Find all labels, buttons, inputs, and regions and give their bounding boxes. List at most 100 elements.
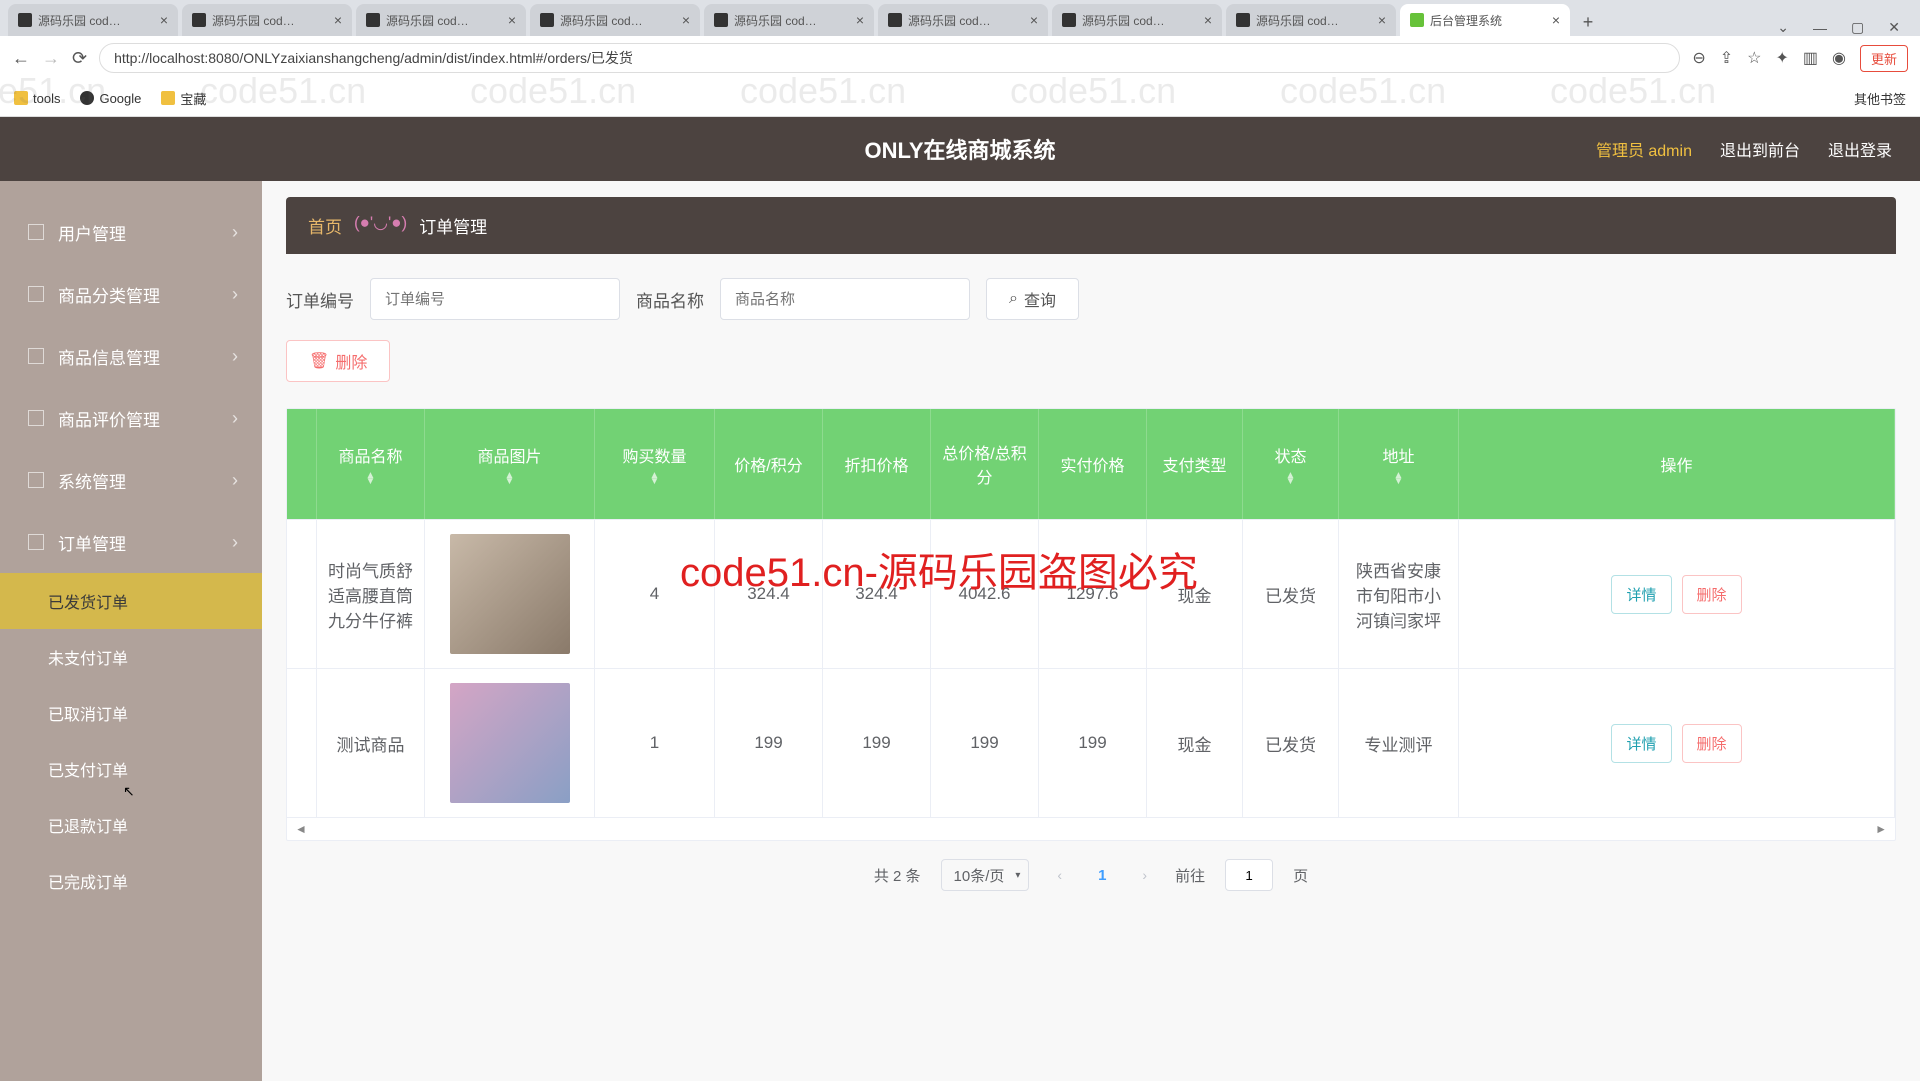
close-icon[interactable]: × <box>1204 12 1212 28</box>
reload-icon[interactable]: ⟳ <box>72 48 87 69</box>
filter-row: 订单编号 商品名称 ⌕查询 <box>286 278 1896 320</box>
browser-tab[interactable]: 源码乐园 cod…× <box>356 4 526 36</box>
trash-icon: 🗑 <box>309 351 329 371</box>
browser-tab[interactable]: 源码乐园 cod…× <box>530 4 700 36</box>
search-button[interactable]: ⌕查询 <box>986 278 1079 320</box>
browser-tab-active[interactable]: 后台管理系统× <box>1400 4 1570 36</box>
row-checkbox[interactable] <box>287 520 317 668</box>
sidebar-item-reviews[interactable]: 商品评价管理 <box>0 387 262 449</box>
bulk-delete-button[interactable]: 🗑删除 <box>286 340 390 382</box>
sidebar-item-users[interactable]: 用户管理 <box>0 201 262 263</box>
favicon-icon <box>1410 13 1424 27</box>
browser-tab[interactable]: 源码乐园 cod…× <box>8 4 178 36</box>
key-icon[interactable]: ⊖ <box>1692 48 1705 68</box>
th-total[interactable]: 总价格/总积分 <box>931 409 1039 519</box>
th-paytype[interactable]: 支付类型 <box>1147 409 1243 519</box>
sidebar-sub-shipped[interactable]: 已发货订单 <box>0 573 262 629</box>
close-icon[interactable]: × <box>1030 12 1038 28</box>
delete-row-button[interactable]: 删除 <box>1682 575 1742 614</box>
cell-status: 已发货 <box>1243 520 1339 668</box>
th-img[interactable]: 商品图片▲▼ <box>425 409 595 519</box>
back-icon[interactable]: ← <box>12 48 30 69</box>
cell-total: 4042.6 <box>931 520 1039 668</box>
sidebar-item-products[interactable]: 商品信息管理 <box>0 325 262 387</box>
star-icon[interactable]: ☆ <box>1747 48 1761 68</box>
sidebar-item-label: 商品分类管理 <box>58 282 160 307</box>
pagination-total: 共 2 条 <box>874 865 921 886</box>
share-icon[interactable]: ⇪ <box>1720 48 1733 68</box>
sidebar-item-system[interactable]: 系统管理 <box>0 449 262 511</box>
sidebar-sub-unpaid[interactable]: 未支付订单 <box>0 629 262 685</box>
extensions-icon[interactable]: ✦ <box>1775 48 1788 68</box>
front-link[interactable]: 退出到前台 <box>1720 137 1800 161</box>
cell-op: 详情 删除 <box>1459 669 1895 817</box>
delete-row-button[interactable]: 删除 <box>1682 724 1742 763</box>
close-window-icon[interactable]: ✕ <box>1888 19 1900 36</box>
scroll-left-icon[interactable]: ◄ <box>295 822 307 836</box>
close-icon[interactable]: × <box>1378 12 1386 28</box>
bookmark-baozang[interactable]: 宝藏 <box>161 89 206 108</box>
detail-button[interactable]: 详情 <box>1611 575 1671 614</box>
prev-page-icon[interactable]: ‹ <box>1049 867 1070 883</box>
close-icon[interactable]: × <box>508 12 516 28</box>
cell-name: 测试商品 <box>317 669 425 817</box>
product-name-input[interactable] <box>720 278 970 320</box>
panel-icon[interactable]: ▥ <box>1803 48 1818 68</box>
maximize-icon[interactable]: ▢ <box>1851 19 1864 36</box>
bookmark-tools[interactable]: tools <box>14 91 60 106</box>
th-status[interactable]: 状态▲▼ <box>1243 409 1339 519</box>
browser-tab[interactable]: 源码乐园 cod…× <box>182 4 352 36</box>
update-button[interactable]: 更新 <box>1860 45 1908 72</box>
th-discount[interactable]: 折扣价格 <box>823 409 931 519</box>
other-bookmarks[interactable]: 其他书签 <box>1849 89 1906 108</box>
sidebar-sub-refunded[interactable]: 已退款订单 <box>0 797 262 853</box>
orders-table: 商品名称▲▼ 商品图片▲▼ 购买数量▲▼ 价格/积分 折扣价格 总价格/总积分 … <box>286 408 1896 841</box>
th-qty[interactable]: 购买数量▲▼ <box>595 409 715 519</box>
cell-img <box>425 669 595 817</box>
close-icon[interactable]: × <box>160 12 168 28</box>
th-actual[interactable]: 实付价格 <box>1039 409 1147 519</box>
browser-tab[interactable]: 源码乐园 cod…× <box>704 4 874 36</box>
cell-actual: 1297.6 <box>1039 520 1147 668</box>
minimize-icon[interactable]: — <box>1813 20 1827 36</box>
sidebar-sub-completed[interactable]: 已完成订单 <box>0 853 262 909</box>
forward-icon[interactable]: → <box>42 48 60 69</box>
close-icon[interactable]: × <box>856 12 864 28</box>
chevron-down-icon[interactable]: ⌄ <box>1777 19 1789 36</box>
tab-strip: 源码乐园 cod…× 源码乐园 cod…× 源码乐园 cod…× 源码乐园 co… <box>0 0 1920 36</box>
detail-button[interactable]: 详情 <box>1611 724 1671 763</box>
sidebar-sub-cancelled[interactable]: 已取消订单 <box>0 685 262 741</box>
logout-link[interactable]: 退出登录 <box>1828 137 1892 161</box>
th-price[interactable]: 价格/积分 <box>715 409 823 519</box>
breadcrumb-home[interactable]: 首页 <box>308 213 342 238</box>
close-icon[interactable]: × <box>1552 12 1560 28</box>
new-tab-button[interactable]: + <box>1574 8 1602 36</box>
scroll-right-icon[interactable]: ► <box>1875 822 1887 836</box>
admin-link[interactable]: 管理员 admin <box>1596 137 1692 161</box>
favicon-icon <box>18 13 32 27</box>
sidebar-sub-paid[interactable]: 已支付订单 <box>0 741 262 797</box>
app-title: ONLY在线商城系统 <box>864 133 1055 165</box>
browser-tab[interactable]: 源码乐园 cod…× <box>1052 4 1222 36</box>
bookmark-google[interactable]: Google <box>80 91 141 106</box>
page-number[interactable]: 1 <box>1090 867 1114 884</box>
sidebar-item-label: 未支付订单 <box>48 645 128 669</box>
page-size-select[interactable]: 10条/页 <box>941 859 1030 891</box>
browser-tab[interactable]: 源码乐园 cod…× <box>1226 4 1396 36</box>
profile-icon[interactable]: ◉ <box>1832 48 1846 68</box>
th-addr[interactable]: 地址▲▼ <box>1339 409 1459 519</box>
sidebar-item-orders[interactable]: 订单管理 <box>0 511 262 573</box>
th-checkbox[interactable] <box>287 409 317 519</box>
sidebar-item-categories[interactable]: 商品分类管理 <box>0 263 262 325</box>
order-no-input[interactable] <box>370 278 620 320</box>
sidebar-item-label: 商品评价管理 <box>58 406 160 431</box>
table-scrollbar[interactable]: ◄ ► <box>287 817 1895 840</box>
th-name[interactable]: 商品名称▲▼ <box>317 409 425 519</box>
url-input[interactable]: http://localhost:8080/ONLYzaixianshangch… <box>99 43 1680 73</box>
close-icon[interactable]: × <box>334 12 342 28</box>
goto-input[interactable] <box>1225 859 1273 891</box>
browser-tab[interactable]: 源码乐园 cod…× <box>878 4 1048 36</box>
close-icon[interactable]: × <box>682 12 690 28</box>
row-checkbox[interactable] <box>287 669 317 817</box>
next-page-icon[interactable]: › <box>1134 867 1155 883</box>
